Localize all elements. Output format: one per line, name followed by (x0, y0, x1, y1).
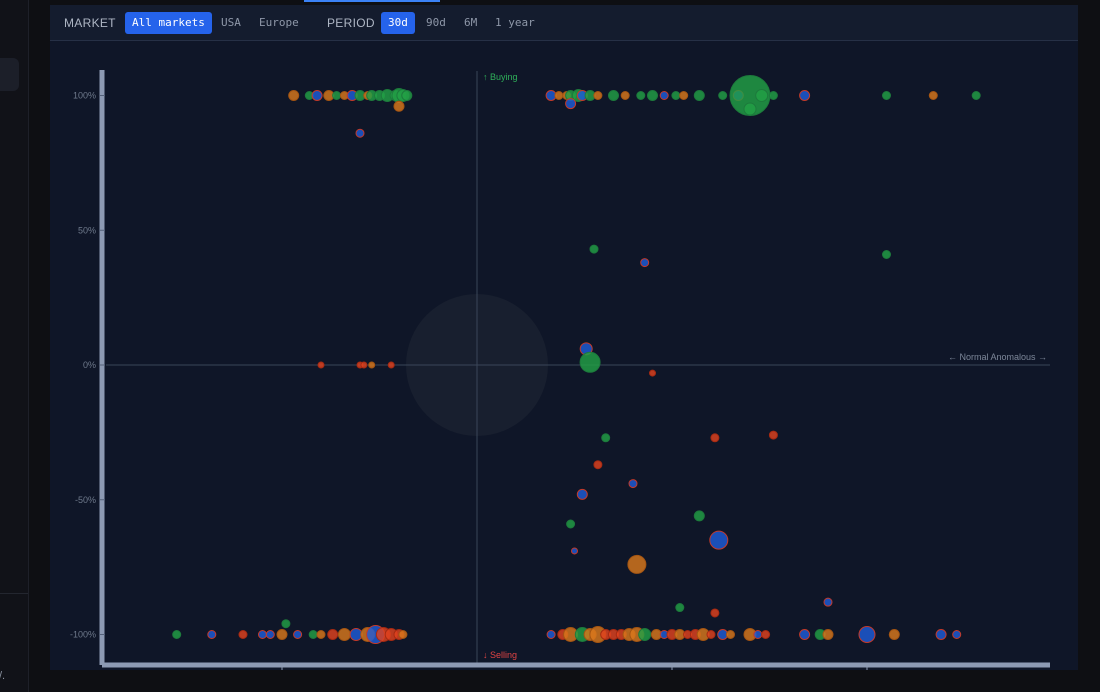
data-point[interactable] (593, 460, 603, 470)
data-point[interactable] (822, 629, 834, 640)
period-option-90d[interactable]: 90d (419, 12, 453, 34)
data-point[interactable] (593, 91, 603, 100)
data-point[interactable] (768, 430, 778, 440)
sidebar-divider (0, 593, 28, 594)
data-point[interactable] (620, 91, 630, 100)
data-point[interactable] (971, 91, 981, 100)
y-tick-label: -100% (70, 630, 96, 640)
data-point[interactable] (628, 479, 638, 489)
data-point[interactable] (647, 90, 658, 101)
data-point[interactable] (172, 630, 182, 639)
data-point[interactable] (675, 603, 685, 613)
market-option-all[interactable]: All markets (125, 12, 212, 34)
data-point[interactable] (288, 90, 300, 101)
data-point[interactable] (627, 554, 647, 574)
data-point[interactable] (265, 630, 275, 639)
data-point[interactable] (576, 488, 588, 500)
data-point[interactable] (311, 90, 323, 101)
data-point[interactable] (293, 630, 303, 639)
data-point[interactable] (401, 90, 413, 101)
data-point[interactable] (565, 98, 577, 110)
period-option-30d[interactable]: 30d (381, 12, 415, 34)
data-point[interactable] (743, 102, 757, 116)
data-point[interactable] (888, 629, 900, 640)
left-sidebar: /. (0, 0, 29, 692)
y-tick-label: -50% (75, 495, 96, 505)
data-point[interactable] (546, 630, 556, 639)
data-point[interactable] (823, 597, 833, 607)
data-point[interactable] (317, 361, 325, 369)
selling-label: ↓ Selling (483, 650, 517, 660)
market-option-europe[interactable]: Europe (252, 12, 306, 34)
data-point[interactable] (327, 629, 339, 640)
data-point[interactable] (928, 91, 938, 100)
data-point[interactable] (640, 258, 650, 268)
data-point[interactable] (718, 91, 728, 100)
scatter-chart[interactable]: 100% 50% 0% -50% -100% ↑ Buying ↓ Selling ← … (50, 41, 1078, 670)
data-point[interactable] (799, 629, 811, 640)
market-option-usa[interactable]: USA (214, 12, 248, 34)
data-point[interactable] (398, 630, 408, 639)
data-point[interactable] (360, 361, 368, 369)
data-point[interactable] (761, 630, 771, 639)
data-point[interactable] (316, 630, 326, 639)
data-point[interactable] (589, 244, 599, 254)
data-point[interactable] (579, 351, 601, 373)
buying-label: ↑ Buying (483, 72, 518, 82)
data-point[interactable] (368, 361, 376, 369)
period-label: PERIOD (327, 16, 375, 30)
data-point[interactable] (710, 433, 720, 443)
data-point[interactable] (281, 619, 291, 629)
data-point[interactable] (882, 91, 891, 100)
data-point[interactable] (659, 91, 669, 100)
data-point[interactable] (608, 90, 619, 101)
period-option-6m[interactable]: 6M (457, 12, 484, 34)
data-point[interactable] (753, 630, 763, 639)
data-point[interactable] (693, 90, 705, 101)
data-point[interactable] (308, 630, 318, 639)
data-point[interactable] (387, 361, 395, 369)
data-point[interactable] (649, 369, 656, 377)
normal-anomalous-label: ← Normal Anomalous → (948, 352, 1047, 362)
data-point[interactable] (858, 626, 876, 643)
data-point[interactable] (207, 630, 217, 639)
chart-panel: MARKET All markets USA Europe PERIOD 30d… (50, 5, 1078, 670)
data-point[interactable] (755, 89, 769, 102)
data-point[interactable] (258, 630, 267, 639)
market-label: MARKET (64, 16, 116, 30)
data-points (172, 75, 981, 644)
data-point[interactable] (709, 530, 729, 550)
data-point[interactable] (636, 91, 646, 100)
data-point[interactable] (679, 91, 689, 100)
data-point[interactable] (238, 630, 248, 639)
data-point[interactable] (332, 91, 342, 100)
sidebar-active-item[interactable] (0, 58, 19, 91)
y-tick-label: 50% (78, 225, 96, 235)
y-tick-label: 100% (73, 91, 96, 101)
data-point[interactable] (355, 128, 365, 138)
data-point[interactable] (337, 628, 351, 641)
data-point[interactable] (638, 628, 652, 641)
data-point[interactable] (882, 250, 891, 260)
data-point[interactable] (566, 519, 576, 529)
sidebar-footer-mark: /. (0, 670, 6, 682)
data-point[interactable] (276, 629, 288, 640)
data-point[interactable] (726, 630, 735, 639)
active-tab-indicator (304, 0, 440, 2)
filter-toolbar: MARKET All markets USA Europe PERIOD 30d… (50, 5, 1078, 41)
data-point[interactable] (935, 629, 947, 640)
period-option-1-year[interactable]: 1 year (488, 12, 542, 34)
data-point[interactable] (952, 630, 962, 639)
data-point[interactable] (706, 630, 716, 639)
y-tick-label: 0% (83, 360, 96, 370)
data-point[interactable] (693, 510, 705, 522)
data-point[interactable] (799, 90, 811, 101)
data-point[interactable] (601, 433, 611, 443)
data-point[interactable] (671, 91, 681, 100)
data-point[interactable] (768, 91, 778, 100)
data-point[interactable] (710, 608, 720, 618)
data-point[interactable] (571, 547, 578, 555)
data-point[interactable] (554, 91, 564, 100)
data-point[interactable] (393, 100, 405, 112)
